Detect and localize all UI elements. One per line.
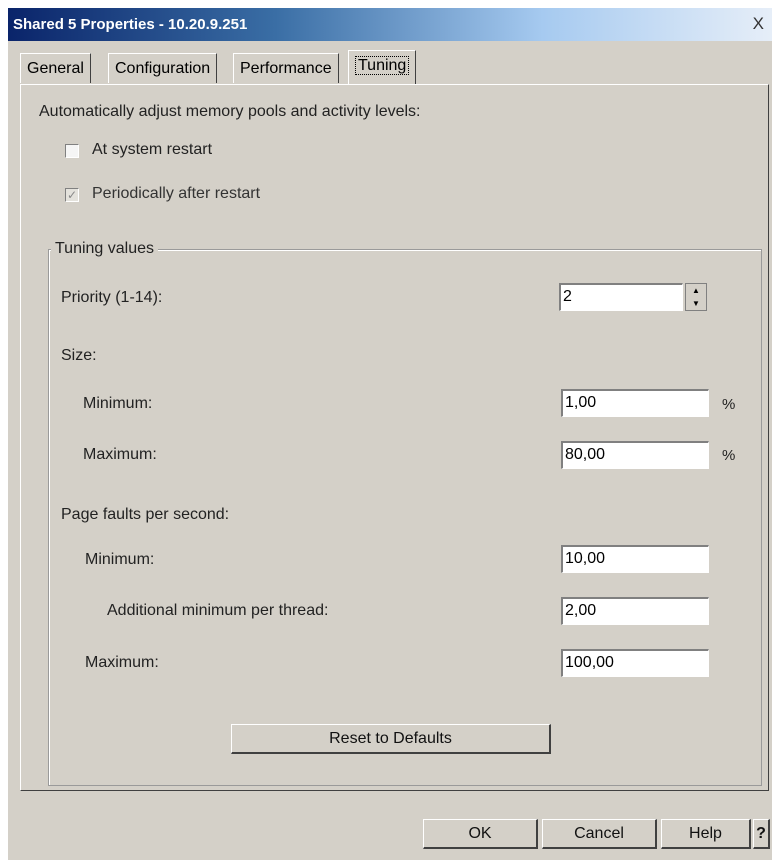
ok-button[interactable]: OK [423,819,538,849]
size-minimum-label: Minimum: [83,395,153,412]
size-maximum-input[interactable]: 80,00 [561,441,709,469]
cancel-button[interactable]: Cancel [542,819,657,849]
page-faults-maximum-input[interactable]: 100,00 [561,649,709,677]
size-minimum-input[interactable]: 1,00 [561,389,709,417]
tab-label: General [27,60,84,77]
spin-down-icon[interactable]: ▼ [686,297,706,310]
auto-adjust-heading: Automatically adjust memory pools and ac… [39,103,421,120]
priority-spinner[interactable]: ▲ ▼ [685,283,707,311]
at-system-restart-label[interactable]: At system restart [92,141,212,159]
periodically-after-restart-label[interactable]: Periodically after restart [92,185,260,203]
spin-up-icon[interactable]: ▲ [686,284,706,297]
tuning-values-title: Tuning values [51,240,159,258]
window-title: Shared 5 Properties - 10.20.9.251 [13,16,248,33]
priority-label: Priority (1-14): [61,289,163,306]
size-minimum-unit: % [722,396,736,413]
priority-input[interactable]: 2 [559,283,683,311]
additional-minimum-input[interactable]: 2,00 [561,597,709,625]
help-button[interactable]: Help [661,819,751,849]
size-maximum-label: Maximum: [83,446,157,463]
page-faults-minimum-input[interactable]: 10,00 [561,545,709,573]
title-bar[interactable]: Shared 5 Properties - 10.20.9.251 X [8,8,772,41]
tab-configuration[interactable]: Configuration [108,53,218,83]
tab-performance[interactable]: Performance [233,53,339,83]
size-maximum-unit: % [722,447,736,464]
tab-tuning[interactable]: Tuning [348,50,417,84]
page-faults-label: Page faults per second: [61,506,230,523]
tab-label: Tuning [355,56,410,75]
periodically-after-restart-checkbox[interactable]: ✓ [65,188,79,202]
size-label: Size: [61,347,97,364]
page-faults-minimum-label: Minimum: [85,551,155,568]
additional-minimum-label: Additional minimum per thread: [107,602,329,619]
whats-this-button[interactable]: ? [753,819,770,849]
tab-label: Performance [240,60,332,77]
properties-dialog: Shared 5 Properties - 10.20.9.251 X Gene… [8,8,772,860]
close-icon[interactable]: X [753,14,764,34]
tab-label: Configuration [115,60,211,77]
tuning-panel: Automatically adjust memory pools and ac… [20,84,769,791]
page-faults-maximum-label: Maximum: [85,654,159,671]
tab-general[interactable]: General [20,53,91,83]
at-system-restart-checkbox[interactable] [65,144,79,158]
checkmark-icon: ✓ [66,188,78,202]
reset-to-defaults-button[interactable]: Reset to Defaults [231,724,551,754]
